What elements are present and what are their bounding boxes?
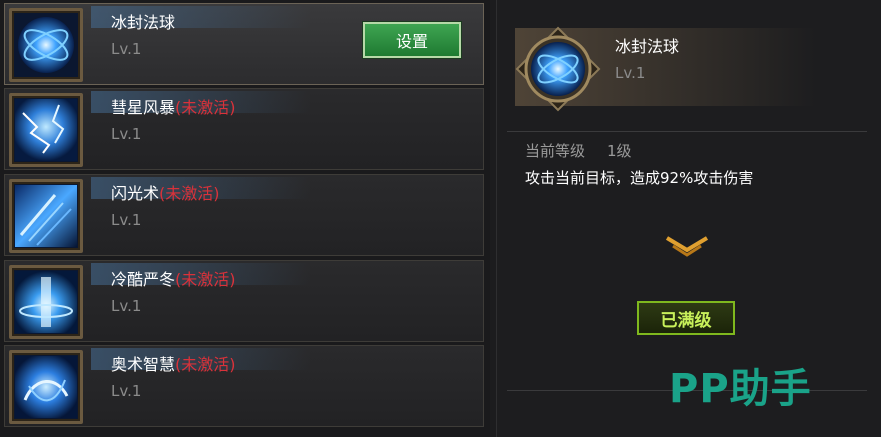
detail-skill-level: Lv.1 <box>615 64 646 82</box>
maxed-badge: 已满级 <box>637 301 735 335</box>
harsh-winter-icon <box>9 265 83 339</box>
skill-description: 攻击当前目标，造成92%攻击伤害 <box>525 169 754 187</box>
skill-level: Lv.1 <box>111 382 142 400</box>
skill-list-panel: 冰封法球 Lv.1 设置 彗星风暴(未激活) Lv.1 闪光术(未激活) Lv.… <box>0 0 490 437</box>
skill-level: Lv.1 <box>111 211 142 229</box>
skill-name: 闪光术(未激活) <box>111 184 220 203</box>
skill-level: Lv.1 <box>111 40 142 58</box>
ice-orb-icon <box>515 26 601 112</box>
skill-row-harsh-winter[interactable]: 冷酷严冬(未激活) Lv.1 <box>4 260 484 342</box>
skill-level: Lv.1 <box>111 297 142 315</box>
comet-storm-icon <box>9 93 83 167</box>
current-level-label: 当前等级 <box>525 142 586 160</box>
arcane-wisdom-icon <box>9 350 83 424</box>
skill-name: 冰封法球 <box>111 13 176 32</box>
skill-level: Lv.1 <box>111 125 142 143</box>
ice-orb-icon <box>9 8 83 82</box>
skill-name: 彗星风暴(未激活) <box>111 98 236 117</box>
detail-skill-name: 冰封法球 <box>615 37 680 56</box>
chevron-down-icon <box>665 236 709 257</box>
watermark-logo: PP助手 <box>669 366 812 412</box>
skill-row-comet-storm[interactable]: 彗星风暴(未激活) Lv.1 <box>4 88 484 170</box>
skill-name: 奥术智慧(未激活) <box>111 355 236 374</box>
skill-detail-panel: 冰封法球 Lv.1 当前等级 1级 攻击当前目标，造成92%攻击伤害 已满级 P… <box>496 0 881 437</box>
divider <box>507 131 867 132</box>
skill-row-arcane-wisdom[interactable]: 奥术智慧(未激活) Lv.1 <box>4 345 484 427</box>
skill-name: 冷酷严冬(未激活) <box>111 270 236 289</box>
skill-row-ice-orb[interactable]: 冰封法球 Lv.1 设置 <box>4 3 484 85</box>
skill-row-flash-spell[interactable]: 闪光术(未激活) Lv.1 <box>4 174 484 256</box>
current-level-value: 1级 <box>607 142 632 160</box>
set-button[interactable]: 设置 <box>363 22 461 58</box>
flash-spell-icon <box>9 179 83 253</box>
